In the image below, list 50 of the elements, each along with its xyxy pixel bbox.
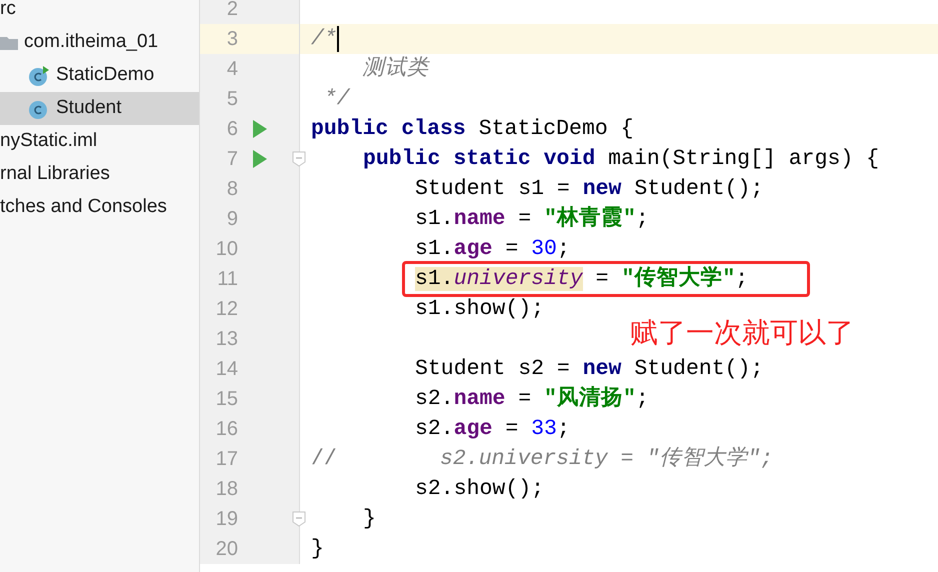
run-icon[interactable] [253, 120, 267, 138]
annotation-text: 赋了一次就可以了 [630, 315, 854, 351]
line-number: 4 [226, 57, 238, 82]
line-number: 6 [226, 117, 238, 142]
line-number: 11 [216, 267, 238, 292]
code-line: /* [311, 26, 337, 53]
code-line: s1.show(); [415, 296, 544, 323]
code-line: Student s1 = new Student(); [415, 176, 764, 203]
line-number: 8 [226, 177, 238, 202]
line-number: 13 [214, 327, 238, 352]
tree-item[interactable]: rc [0, 0, 199, 26]
code-line: // s2.university = "传智大学"; [311, 445, 774, 473]
line-number: 17 [214, 447, 238, 472]
run-icon[interactable] [253, 150, 267, 168]
code-line: } [363, 506, 376, 533]
code-line: public static void main(String[] args) { [363, 146, 880, 173]
line-number: 16 [214, 417, 238, 442]
line-number: 20 [214, 537, 238, 562]
line-number: 7 [226, 147, 238, 172]
line-number: 5 [226, 87, 238, 112]
fold-icon[interactable] [292, 511, 306, 527]
code-line: s2.name = "风清扬"; [415, 385, 649, 413]
line-number: 12 [214, 297, 238, 322]
code-line: s1.university = "传智大学"; [415, 264, 748, 293]
code-line: */ [322, 86, 350, 113]
line-number: 3 [226, 27, 238, 52]
line-number: 18 [214, 477, 238, 502]
line-number: 15 [214, 387, 238, 412]
line-number: 9 [226, 207, 238, 232]
code-line: s1.name = "林青霞"; [415, 205, 649, 233]
fold-icon[interactable] [292, 151, 306, 167]
code-line: 测试类 [362, 55, 429, 83]
tree-item[interactable]: Student [0, 92, 199, 125]
line-number: 19 [214, 507, 238, 532]
code-line: public class StaticDemo { [311, 116, 634, 143]
code-line: Student s2 = new Student(); [415, 356, 764, 383]
tree-item[interactable]: nyStatic.iml [0, 125, 199, 158]
code-line: s2.show(); [415, 476, 544, 503]
tree-item[interactable]: com.itheima_01 [0, 26, 199, 59]
folder-icon [0, 36, 18, 50]
line-number: 10 [214, 237, 238, 262]
code-line: s1.age = 30; [415, 236, 570, 263]
line-number: 2 [226, 0, 238, 22]
code-line: s2.age = 33; [415, 416, 570, 443]
tree-item[interactable]: rnal Libraries [0, 158, 199, 191]
tree-item[interactable]: tches and Consoles [0, 191, 199, 224]
code-line: } [311, 536, 324, 563]
line-number: 14 [214, 357, 238, 382]
tree-item[interactable]: StaticDemo [0, 59, 199, 92]
class-run-icon [28, 64, 50, 86]
